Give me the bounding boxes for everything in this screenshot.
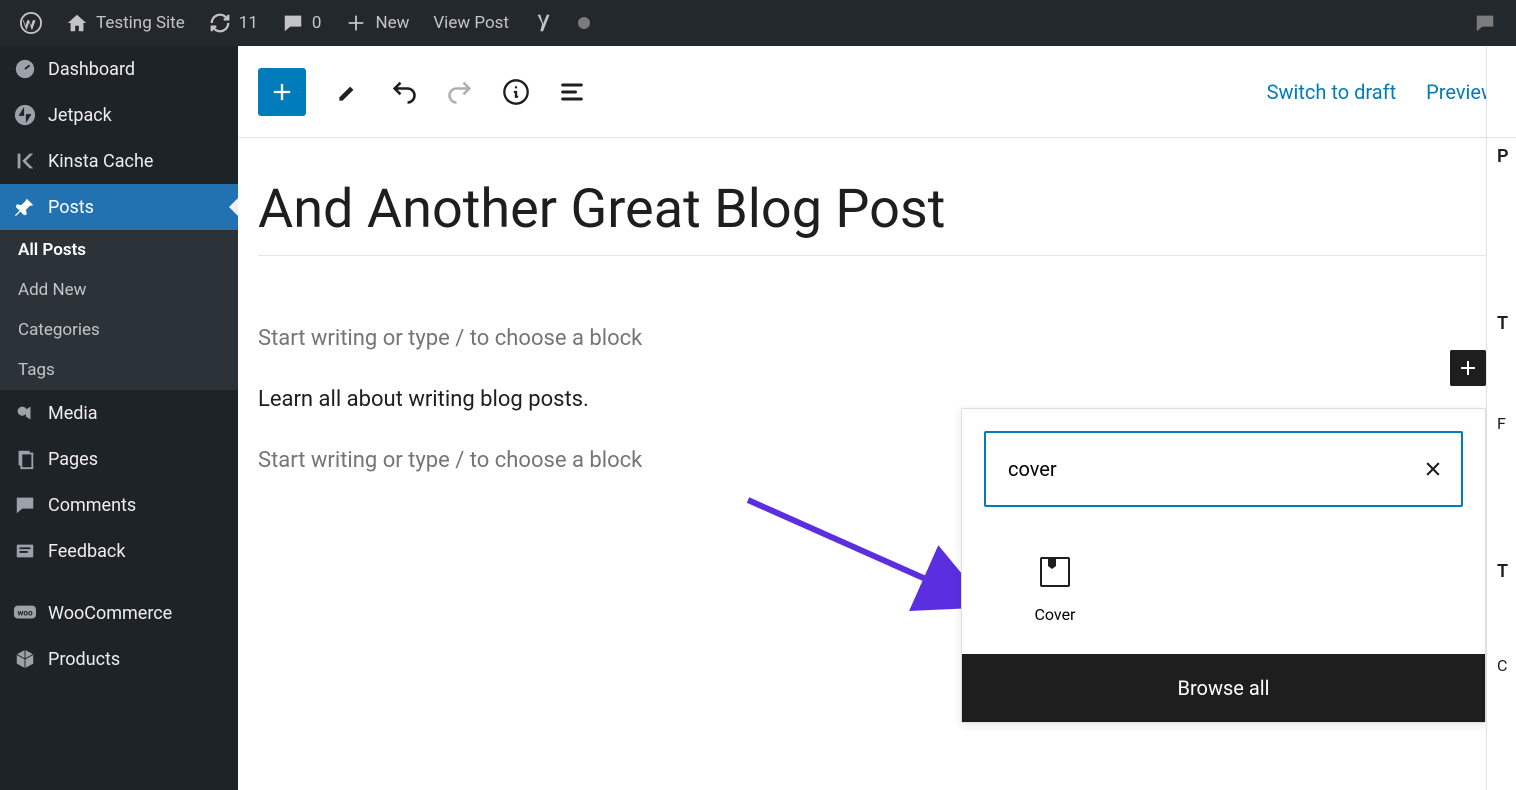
sidebar-item-feedback[interactable]: Feedback: [0, 528, 238, 574]
woo-icon: woo: [14, 602, 36, 624]
sidebar-item-label: Feedback: [48, 541, 125, 562]
sidebar-item-media[interactable]: Media: [0, 390, 238, 436]
dashboard-icon: [14, 58, 36, 80]
settings-row-fragment: C: [1487, 636, 1516, 685]
block-search-input[interactable]: [986, 457, 1461, 481]
site-link[interactable]: Testing Site: [54, 0, 197, 46]
undo-button[interactable]: [390, 78, 418, 106]
refresh-icon: [209, 12, 231, 34]
wordpress-icon: [20, 12, 42, 34]
pin-icon: [14, 196, 36, 218]
sidebar-sub-categories[interactable]: Categories: [0, 310, 238, 350]
page-icon: [14, 448, 36, 470]
block-results: Cover: [962, 529, 1485, 654]
svg-text:woo: woo: [17, 609, 33, 619]
admin-bar: Testing Site 11 0 New View Post: [0, 0, 1516, 46]
block-result-cover[interactable]: Cover: [962, 547, 1112, 624]
plus-icon: [345, 12, 367, 34]
redo-button[interactable]: [446, 78, 474, 106]
block-search-popover: Cover Browse all: [961, 408, 1486, 723]
view-post-label: View Post: [433, 13, 509, 33]
yoast-link[interactable]: [521, 0, 607, 46]
inline-add-block-button[interactable]: [1450, 350, 1486, 386]
settings-row-fragment: T: [1487, 305, 1516, 342]
sidebar-sub-add-new[interactable]: Add New: [0, 270, 238, 310]
sidebar-item-posts[interactable]: Posts: [0, 184, 238, 230]
toggle-block-inserter-button[interactable]: [258, 68, 306, 116]
updates-count: 11: [239, 13, 258, 33]
sidebar-item-label: Jetpack: [48, 105, 112, 126]
comment-icon: [282, 12, 304, 34]
kinsta-icon: [14, 150, 36, 172]
sidebar-item-label: Media: [48, 403, 98, 424]
sidebar-item-label: Comments: [48, 495, 136, 516]
settings-tab-fragment[interactable]: P: [1487, 138, 1516, 175]
block-result-label: Cover: [1035, 605, 1076, 624]
sidebar-sub-all-posts[interactable]: All Posts: [0, 230, 238, 270]
block-placeholder[interactable]: Start writing or type / to choose a bloc…: [258, 326, 1496, 351]
settings-panel-partial: P T F T C: [1486, 46, 1516, 790]
comment-icon: [14, 494, 36, 516]
switch-to-draft-link[interactable]: Switch to draft: [1267, 80, 1397, 104]
sidebar-item-jetpack[interactable]: Jetpack: [0, 92, 238, 138]
new-content-link[interactable]: New: [333, 0, 421, 46]
sidebar-item-label: WooCommerce: [48, 603, 172, 624]
media-icon: [14, 402, 36, 424]
admin-sidebar: Dashboard Jetpack Kinsta Cache Posts All…: [0, 46, 238, 790]
sidebar-item-label: Pages: [48, 449, 98, 470]
view-post-link[interactable]: View Post: [421, 0, 521, 46]
notices-toggle[interactable]: [1462, 0, 1508, 46]
sidebar-item-pages[interactable]: Pages: [0, 436, 238, 482]
wp-logo[interactable]: [8, 0, 54, 46]
sidebar-item-label: Posts: [48, 197, 94, 218]
sidebar-item-comments[interactable]: Comments: [0, 482, 238, 528]
details-button[interactable]: [502, 78, 530, 106]
post-title[interactable]: And Another Great Blog Post: [258, 178, 1496, 241]
settings-row-fragment: T: [1487, 553, 1516, 590]
status-dot-icon: [573, 12, 595, 34]
comments-count: 0: [312, 13, 322, 33]
yoast-icon: [533, 12, 555, 34]
sidebar-item-products[interactable]: Products: [0, 636, 238, 682]
browse-all-button[interactable]: Browse all: [962, 654, 1485, 722]
updates-link[interactable]: 11: [197, 0, 270, 46]
jetpack-icon: [14, 104, 36, 126]
block-search-field[interactable]: [984, 431, 1463, 507]
sidebar-item-dashboard[interactable]: Dashboard: [0, 46, 238, 92]
outline-button[interactable]: [558, 78, 586, 106]
feedback-icon: [14, 540, 36, 562]
site-name-label: Testing Site: [96, 13, 185, 33]
cover-block-icon: [1040, 557, 1070, 587]
comment-icon: [1474, 12, 1496, 34]
editor-area: Switch to draft Preview And Another Grea…: [238, 46, 1516, 790]
clear-search-button[interactable]: [1423, 459, 1443, 479]
sidebar-item-label: Kinsta Cache: [48, 151, 153, 172]
product-icon: [14, 648, 36, 670]
title-separator: [258, 255, 1496, 256]
comments-link[interactable]: 0: [270, 0, 334, 46]
sidebar-item-label: Dashboard: [48, 59, 135, 80]
settings-row-fragment: F: [1487, 394, 1516, 443]
new-label: New: [375, 13, 409, 33]
editor-toolbar: Switch to draft Preview: [238, 46, 1516, 138]
sidebar-item-woocommerce[interactable]: woo WooCommerce: [0, 590, 238, 636]
home-icon: [66, 12, 88, 34]
edit-mode-button[interactable]: [334, 78, 362, 106]
sidebar-item-label: Products: [48, 649, 120, 670]
sidebar-submenu-posts: All Posts Add New Categories Tags: [0, 230, 238, 390]
sidebar-item-kinsta[interactable]: Kinsta Cache: [0, 138, 238, 184]
sidebar-sub-tags[interactable]: Tags: [0, 350, 238, 390]
